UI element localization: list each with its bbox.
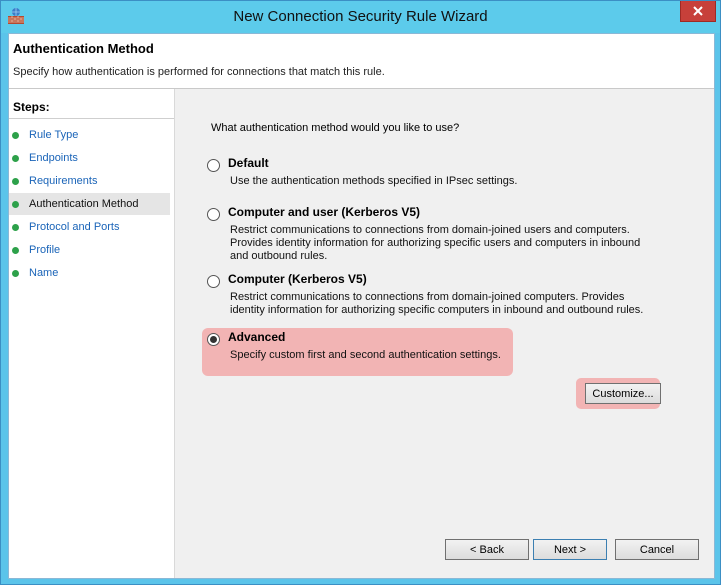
step-dot-icon [12, 270, 19, 277]
step-requirements[interactable]: Requirements [9, 170, 170, 192]
page-header: Authentication Method Specify how authen… [9, 34, 714, 89]
step-label: Endpoints [29, 152, 78, 164]
option-title: Advanced [228, 330, 286, 344]
step-label: Protocol and Ports [29, 221, 120, 233]
step-authentication-method[interactable]: Authentication Method [9, 193, 170, 215]
radio-computer-and-user[interactable] [207, 208, 220, 221]
step-protocol-and-ports[interactable]: Protocol and Ports [9, 216, 170, 238]
page-description: Specify how authentication is performed … [13, 66, 385, 78]
radio-advanced[interactable] [207, 333, 220, 346]
step-name[interactable]: Name [9, 262, 170, 284]
close-icon [693, 6, 703, 16]
step-dot-icon [12, 201, 19, 208]
steps-label: Steps: [13, 100, 50, 114]
step-label: Authentication Method [29, 198, 139, 210]
next-button[interactable]: Next > [533, 539, 607, 560]
main-panel: What authentication method would you lik… [175, 89, 714, 578]
customize-button[interactable]: Customize... [585, 383, 661, 404]
close-button[interactable] [680, 1, 716, 22]
step-label: Rule Type [29, 129, 79, 141]
question-text: What authentication method would you lik… [211, 122, 460, 134]
step-endpoints[interactable]: Endpoints [9, 147, 170, 169]
option-description: Specify custom first and second authenti… [230, 349, 501, 361]
radio-default[interactable] [207, 159, 220, 172]
step-profile[interactable]: Profile [9, 239, 170, 261]
step-dot-icon [12, 155, 19, 162]
page-title: Authentication Method [13, 41, 154, 56]
step-dot-icon [12, 247, 19, 254]
option-title: Computer and user (Kerberos V5) [228, 205, 421, 219]
window-title: New Connection Security Rule Wizard [233, 8, 488, 25]
steps-divider [9, 118, 174, 119]
step-dot-icon [12, 178, 19, 185]
option-title: Computer (Kerberos V5) [228, 272, 367, 286]
back-button[interactable]: < Back [445, 539, 529, 560]
option-description: Restrict communications to connections f… [230, 291, 644, 316]
step-dot-icon [12, 224, 19, 231]
cancel-button[interactable]: Cancel [615, 539, 699, 560]
option-description: Use the authentication methods specified… [230, 175, 518, 187]
step-rule-type[interactable]: Rule Type [9, 124, 170, 146]
wizard-window: New Connection Security Rule Wizard Auth… [0, 0, 721, 585]
radio-computer[interactable] [207, 275, 220, 288]
step-label: Profile [29, 244, 61, 256]
wizard-client: Authentication Method Specify how authen… [8, 33, 715, 579]
step-label: Requirements [29, 175, 98, 187]
steps-panel: Steps: Rule Type Endpoints Requirements … [9, 89, 175, 578]
option-description: Restrict communications to connections f… [230, 224, 641, 262]
step-label: Name [29, 267, 59, 279]
title-bar[interactable]: New Connection Security Rule Wizard [1, 1, 720, 33]
option-title: Default [228, 156, 269, 170]
step-dot-icon [12, 132, 19, 139]
